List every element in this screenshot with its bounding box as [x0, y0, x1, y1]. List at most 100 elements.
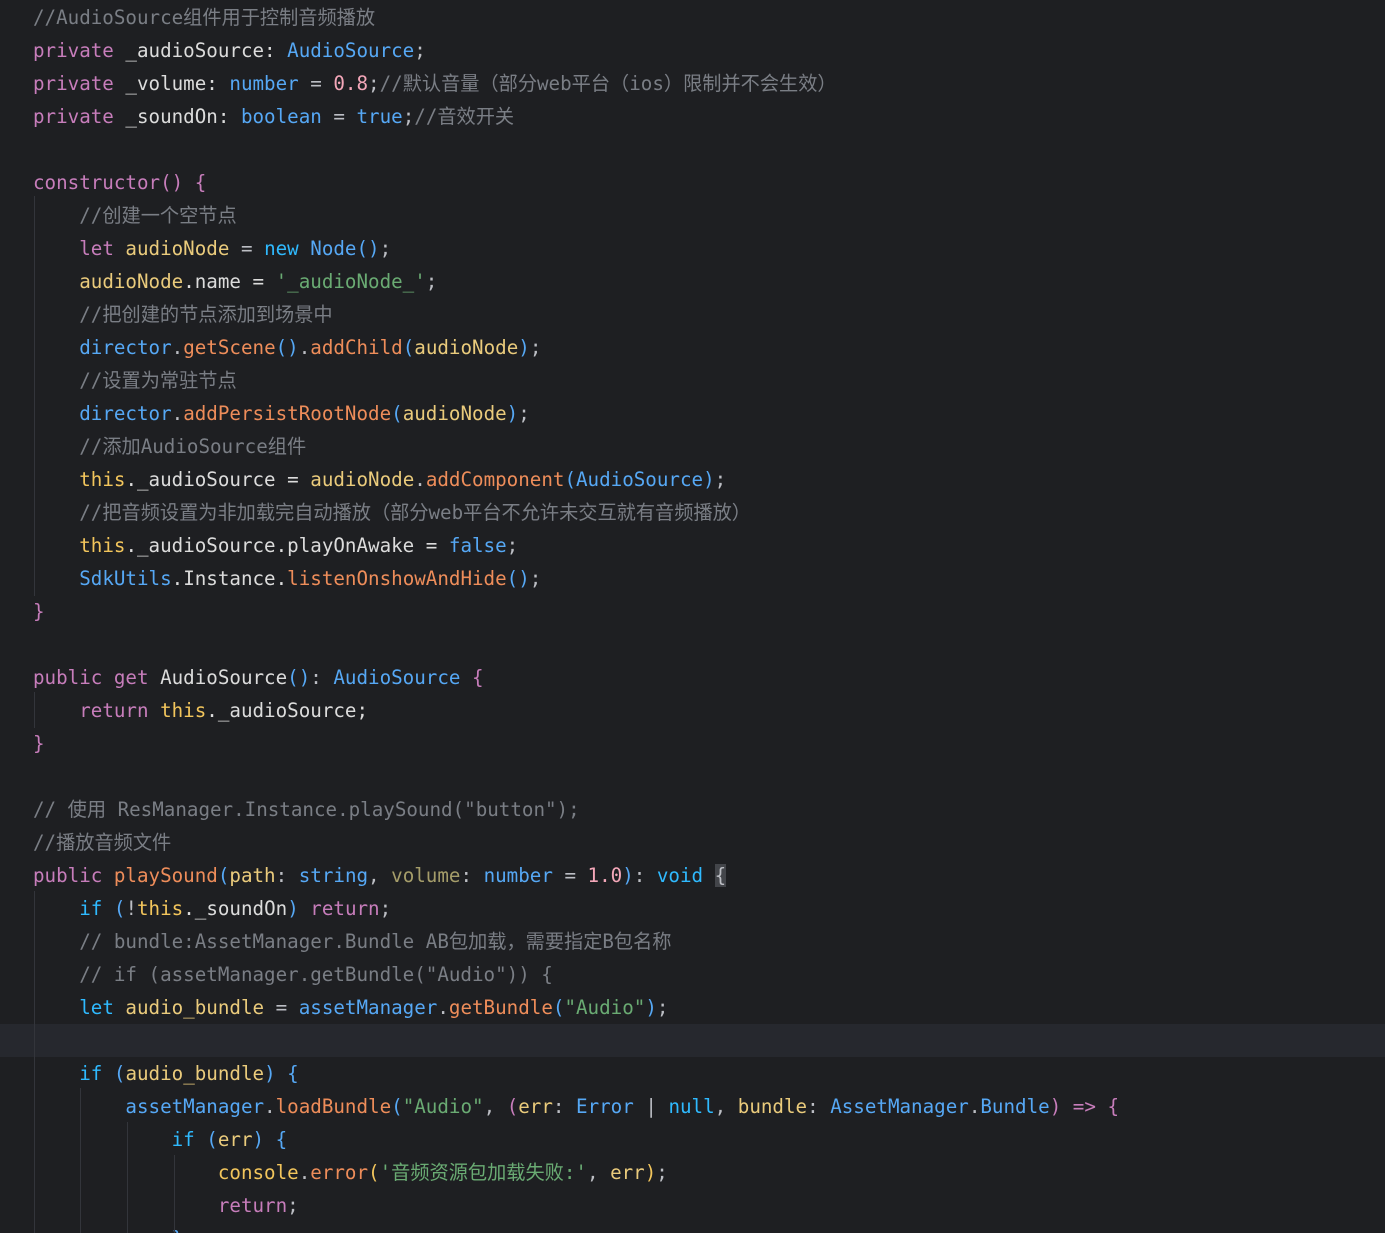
code-line[interactable]: public playSound(path: string, volume: n… [0, 859, 1385, 892]
code-token: audioNode [79, 270, 184, 293]
code-token: null [668, 1095, 715, 1118]
code-line[interactable]: director.addPersistRootNode(audioNode); [0, 397, 1385, 430]
code-line[interactable]: if (err) { [0, 1123, 1385, 1156]
code-token: //创建一个空节点 [79, 204, 237, 227]
code-line-text: //AudioSource组件用于控制音频播放 [33, 1, 375, 34]
code-token: number [229, 72, 299, 95]
code-token: () [275, 336, 299, 359]
code-line[interactable]: // 使用 ResManager.Instance.playSound("but… [0, 793, 1385, 826]
code-token: : [310, 666, 334, 689]
code-token: .Instance. [171, 567, 288, 590]
code-token: //把音频设置为非加载完自动播放（部分web平台不允许未交互就有音频播放） [79, 501, 751, 524]
code-line-text: constructor() { [33, 166, 206, 199]
code-token: ( [564, 468, 576, 491]
code-token: ( [391, 1095, 403, 1118]
code-token: Error [576, 1095, 634, 1118]
code-line[interactable]: } [0, 727, 1385, 760]
code-line[interactable]: // bundle:AssetManager.Bundle AB包加载，需要指定… [0, 925, 1385, 958]
code-token: ; [402, 105, 415, 128]
code-line[interactable] [0, 628, 1385, 661]
code-line-text: let audioNode = new Node(); [33, 232, 391, 265]
code-line[interactable]: SdkUtils.Instance.listenOnshowAndHide(); [0, 562, 1385, 595]
code-line[interactable]: private _soundOn: boolean = true;//音效开关 [0, 100, 1385, 133]
code-line[interactable]: //把音频设置为非加载完自动播放（部分web平台不允许未交互就有音频播放） [0, 496, 1385, 529]
code-token: ; [656, 1161, 668, 1184]
code-line[interactable]: if (!this._soundOn) return; [0, 892, 1385, 925]
code-line-text: //把创建的节点添加到场景中 [33, 298, 332, 331]
code-line[interactable]: //添加AudioSource组件 [0, 430, 1385, 463]
code-token: public [33, 864, 103, 887]
code-line-text: return this._audioSource; [33, 694, 368, 727]
code-line[interactable]: private _audioSource: AudioSource; [0, 34, 1385, 67]
code-token: _soundOn: [113, 105, 241, 128]
code-token: return [217, 1194, 288, 1217]
code-line[interactable] [0, 760, 1385, 793]
code-line[interactable]: constructor() { [0, 166, 1385, 199]
code-line-text: //设置为常驻节点 [33, 364, 236, 397]
current-line[interactable] [0, 1024, 1385, 1057]
code-token: ( [368, 1161, 380, 1184]
code-token: string [298, 864, 369, 887]
code-token: //添加AudioSource组件 [79, 435, 307, 458]
code-token: ) [287, 897, 299, 920]
code-token: //AudioSource组件用于控制音频播放 [33, 6, 376, 29]
code-line-text: //添加AudioSource组件 [33, 430, 306, 463]
code-token: = [264, 996, 299, 1019]
code-token: ) [252, 1128, 265, 1151]
code-token: ._audioSource; [206, 699, 369, 722]
code-token: loadBundle [275, 1095, 392, 1118]
code-line[interactable]: if (audio_bundle) { [0, 1057, 1385, 1090]
code-line[interactable]: //AudioSource组件用于控制音频播放 [0, 1, 1385, 34]
code-line[interactable]: audioNode.name = '_audioNode_'; [0, 265, 1385, 298]
code-line-text: private _audioSource: AudioSource; [33, 34, 426, 67]
code-token: AudioSource [287, 39, 415, 62]
code-line[interactable]: assetManager.loadBundle("Audio", (err: E… [0, 1090, 1385, 1123]
code-token: 1.0 [587, 864, 623, 887]
code-line[interactable]: public get AudioSource(): AudioSource { [0, 661, 1385, 694]
code-token: number [483, 864, 553, 887]
code-line[interactable]: return this._audioSource; [0, 694, 1385, 727]
code-token: ; [529, 336, 542, 359]
code-line[interactable]: director.getScene().addChild(audioNode); [0, 331, 1385, 364]
code-token: { [1107, 1095, 1120, 1118]
code-line[interactable]: this._audioSource.playOnAwake = false; [0, 529, 1385, 562]
code-token: = [321, 105, 357, 128]
code-token: ) [264, 1062, 276, 1085]
code-token: : [807, 1095, 831, 1118]
code-editor[interactable]: //AudioSource组件用于控制音频播放 private _audioSou… [0, 0, 1385, 1233]
code-line[interactable]: } [0, 1222, 1385, 1233]
code-token: true [356, 105, 403, 128]
code-token: () { [160, 171, 207, 194]
code-token: () [356, 237, 380, 260]
code-line[interactable]: //把创建的节点添加到场景中 [0, 298, 1385, 331]
code-line[interactable]: this._audioSource = audioNode.addCompone… [0, 463, 1385, 496]
code-line[interactable]: //设置为常驻节点 [0, 364, 1385, 397]
code-line[interactable]: } [0, 595, 1385, 628]
matched-brace: { [714, 864, 727, 887]
code-line[interactable]: let audio_bundle = assetManager.getBundl… [0, 991, 1385, 1024]
code-token: this [79, 534, 126, 557]
code-line[interactable] [0, 133, 1385, 166]
code-token: | [633, 1095, 669, 1118]
code-line[interactable]: console.error('音频资源包加载失败:', err); [0, 1156, 1385, 1189]
code-token: ; [414, 39, 426, 62]
code-token: : [275, 864, 299, 887]
code-line-text: SdkUtils.Instance.listenOnshowAndHide(); [33, 562, 541, 595]
code-line[interactable]: let audioNode = new Node(); [0, 232, 1385, 265]
code-token: Node [298, 237, 357, 260]
code-line[interactable]: //创建一个空节点 [0, 199, 1385, 232]
code-line[interactable]: // if (assetManager.getBundle("Audio")) … [0, 958, 1385, 991]
code-token: constructor [33, 171, 161, 194]
code-line[interactable]: private _volume: number = 0.8;//默认音量（部分w… [0, 67, 1385, 100]
code-token: director [79, 402, 172, 425]
code-line-text: console.error('音频资源包加载失败:', err); [33, 1156, 668, 1189]
code-token: this [79, 468, 126, 491]
code-line[interactable]: //播放音频文件 [0, 826, 1385, 859]
code-line[interactable]: return; [0, 1189, 1385, 1222]
